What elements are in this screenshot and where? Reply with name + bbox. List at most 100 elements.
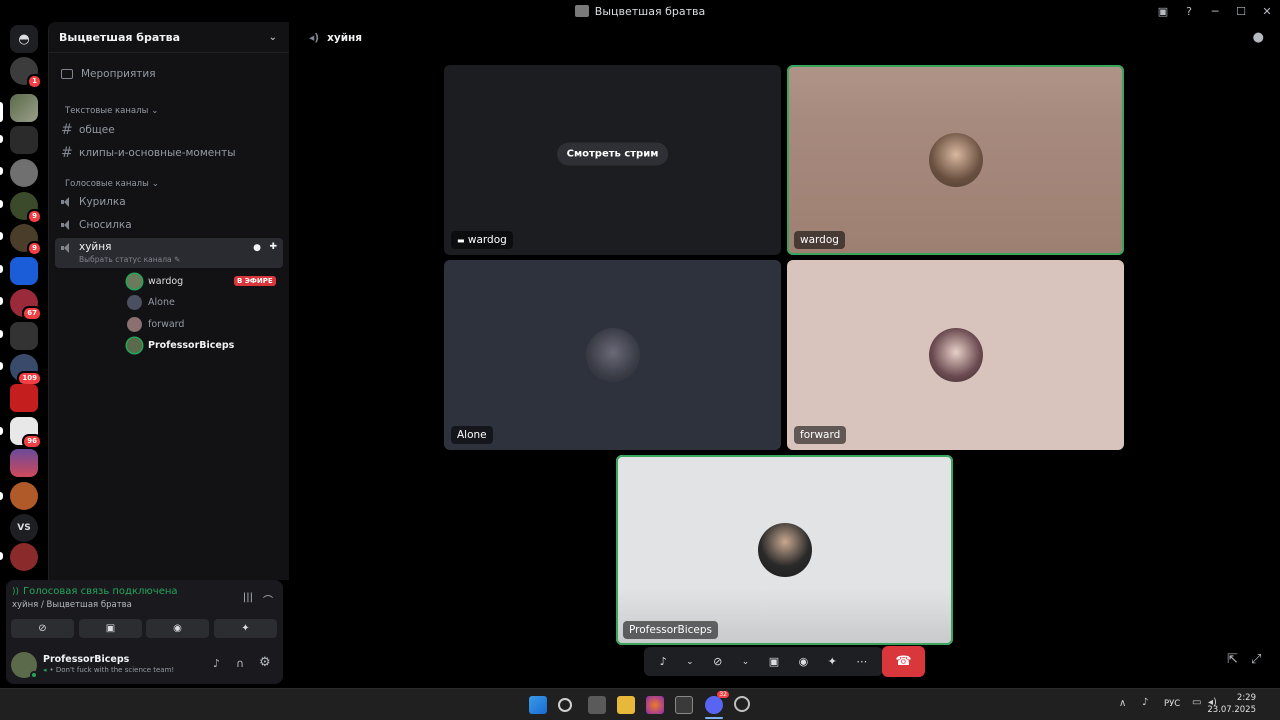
watch-stream-button[interactable]: Смотреть стрим: [556, 142, 669, 166]
online-status-dot: [30, 671, 38, 679]
voice-channel-snosilka[interactable]: Сносилка: [55, 215, 283, 235]
channel-label: хуйня: [79, 241, 112, 253]
server-icon[interactable]: [10, 543, 38, 571]
share-screen-button[interactable]: ▣: [769, 655, 779, 668]
clock-time[interactable]: 2:29: [1237, 693, 1256, 703]
activities-button[interactable]: ◉: [799, 655, 809, 668]
server-unread-pip: [0, 552, 3, 560]
activities-button[interactable]: ◉: [146, 619, 209, 638]
microphone-icon[interactable]: ♪: [213, 657, 220, 670]
voice-channel-kurilka[interactable]: Курилка: [55, 192, 283, 212]
language-indicator[interactable]: РУС: [1164, 699, 1180, 709]
server-icon[interactable]: [10, 126, 38, 154]
member-name: ProfessorBiceps: [148, 339, 235, 351]
category-voice-channels[interactable]: Голосовые каналы ⌄: [59, 177, 287, 191]
chat-icon[interactable]: ●: [253, 243, 261, 253]
voice-channel-active[interactable]: хуйня Выбрать статус канала ✎ ● ✚: [55, 238, 283, 268]
chat-icon[interactable]: ●: [1253, 30, 1264, 45]
inbox-icon[interactable]: ▣: [1150, 5, 1176, 18]
server-badge: 96: [22, 434, 42, 449]
discord-home-icon[interactable]: ◓: [10, 25, 38, 53]
channel-general[interactable]: # общее: [55, 120, 283, 140]
avatar: [127, 337, 142, 353]
leave-call-button[interactable]: ☎: [882, 646, 925, 677]
server-icon[interactable]: 67: [10, 289, 42, 321]
guild-name: Выцветшая братва: [59, 30, 181, 44]
server-icon[interactable]: 1: [10, 57, 42, 89]
chevron-down-icon[interactable]: ⌄: [742, 657, 750, 667]
soundboard-button[interactable]: ✦: [828, 655, 837, 668]
stream-tile[interactable]: Смотреть стрим ▬ wardog: [444, 65, 781, 255]
firefox-icon[interactable]: [646, 696, 664, 714]
disconnect-icon[interactable]: ⌒: [263, 592, 273, 607]
video-tile[interactable]: Alone: [444, 260, 781, 450]
server-icon[interactable]: [10, 384, 38, 412]
server-icon[interactable]: [10, 449, 38, 477]
camera-off-button[interactable]: ⊘: [11, 619, 74, 638]
server-unread-pip: [0, 265, 3, 273]
speaker-icon: [61, 220, 71, 230]
avatar: [928, 133, 983, 187]
server-icon[interactable]: 109: [10, 354, 42, 386]
headphones-icon[interactable]: ∩: [236, 657, 244, 670]
discord-taskbar-icon[interactable]: 32: [705, 691, 729, 714]
tile-name: wardog: [794, 231, 845, 249]
server-icon-active[interactable]: [10, 94, 38, 122]
search-icon[interactable]: [558, 698, 572, 712]
soundboard-icon: ✦: [241, 623, 250, 634]
microphone-tray-icon[interactable]: ♪: [1142, 697, 1148, 708]
server-badge: 9: [27, 209, 42, 224]
voice-status[interactable]: )) Голосовая связь подключена: [12, 586, 178, 597]
voice-location[interactable]: хуйня / Выцветшая братва: [12, 600, 132, 610]
avatar: [127, 316, 142, 332]
chevron-up-icon[interactable]: ∧: [1119, 698, 1126, 709]
video-tile-speaking[interactable]: ProfessorBiceps: [616, 455, 953, 645]
channel-label: Сносилка: [79, 219, 132, 231]
minimize-button[interactable]: ─: [1202, 5, 1228, 18]
voice-member[interactable]: Alone: [127, 293, 175, 311]
steam-icon[interactable]: [734, 696, 750, 712]
channel-status[interactable]: Выбрать статус канала: [79, 255, 172, 264]
server-icon-vs[interactable]: VS: [10, 514, 38, 542]
call-controls: ♪ ⌄ ⊘ ⌄ ▣ ◉ ✦ ⋯: [644, 647, 883, 676]
server-icon[interactable]: 96: [10, 417, 42, 449]
server-icon[interactable]: 9: [10, 224, 42, 256]
server-icon[interactable]: [10, 322, 38, 350]
video-tile[interactable]: forward: [787, 260, 1124, 450]
tile-name: ProfessorBiceps: [623, 621, 718, 639]
close-button[interactable]: ✕: [1254, 5, 1280, 18]
file-explorer-icon[interactable]: [617, 696, 635, 714]
clock-date[interactable]: 23.07.2025: [1207, 705, 1256, 715]
soundboard-button[interactable]: ✦: [214, 619, 277, 638]
help-icon[interactable]: ?: [1176, 5, 1202, 18]
maximize-button[interactable]: ☐: [1228, 5, 1254, 18]
channel-header: ◂) хуйня ●: [289, 22, 1280, 54]
app-icon[interactable]: [675, 696, 693, 714]
events-item[interactable]: Мероприятия: [55, 64, 283, 84]
voice-member[interactable]: forward: [127, 315, 184, 333]
start-icon[interactable]: [529, 696, 547, 714]
server-icon[interactable]: [10, 257, 38, 285]
add-user-icon[interactable]: ✚: [269, 242, 277, 252]
channel-clips[interactable]: # клипы-и-основные-моменты: [55, 143, 283, 163]
guild-header[interactable]: Выцветшая братва ⌄: [49, 22, 289, 53]
camera-off-button[interactable]: ⊘: [713, 655, 722, 668]
microphone-button[interactable]: ♪: [660, 655, 667, 668]
avatar[interactable]: [11, 652, 38, 679]
noise-suppression-icon[interactable]: |||: [243, 592, 253, 603]
server-icon[interactable]: 9: [10, 192, 42, 224]
more-options-button[interactable]: ⋯: [856, 655, 867, 668]
server-icon[interactable]: [10, 159, 38, 187]
network-icon[interactable]: ▭: [1192, 697, 1201, 708]
popout-icon[interactable]: ⇱: [1227, 652, 1238, 667]
video-tile-speaking[interactable]: wardog: [787, 65, 1124, 255]
category-text-channels[interactable]: Текстовые каналы ⌄: [59, 104, 287, 118]
chevron-down-icon[interactable]: ⌄: [686, 657, 694, 667]
task-view-icon[interactable]: [588, 696, 606, 714]
share-screen-button[interactable]: ▣: [79, 619, 142, 638]
gear-icon[interactable]: ⚙: [259, 655, 271, 670]
fullscreen-icon[interactable]: ⤢: [1251, 652, 1261, 667]
voice-member[interactable]: ProfessorBiceps: [127, 336, 234, 354]
voice-member[interactable]: wardog: [127, 272, 183, 290]
server-icon[interactable]: [10, 482, 38, 510]
